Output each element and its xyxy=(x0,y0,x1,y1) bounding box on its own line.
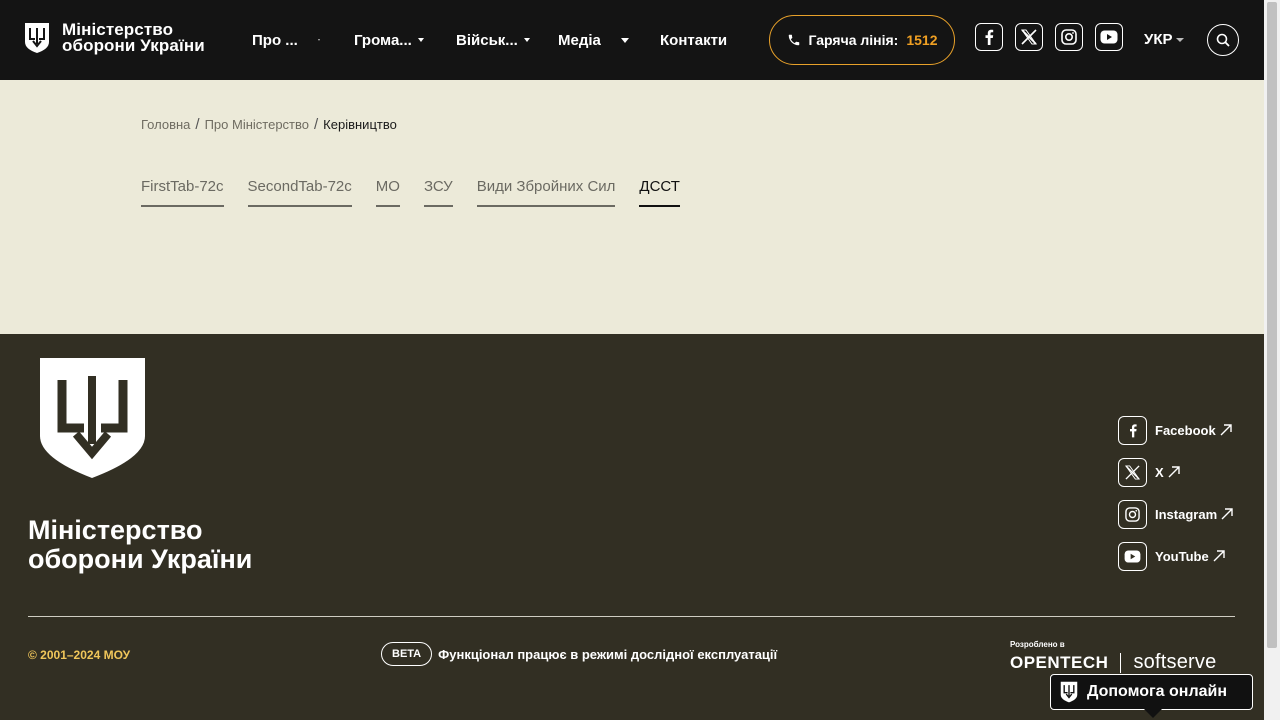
nav-item-label: Про ... xyxy=(252,31,298,49)
chevron-down-icon xyxy=(620,37,629,43)
chevron-down-icon xyxy=(317,39,320,41)
footer-title-line-2: оборони України xyxy=(28,544,253,574)
hotline-label: Гаряча лінія: xyxy=(808,32,899,48)
breadcrumb-separator: / xyxy=(195,116,200,133)
beta-text: Функціонал працює в режимі дослідної екс… xyxy=(438,646,778,662)
footer-title: Міністерство оборони України xyxy=(28,516,252,574)
footer-social-x[interactable]: X xyxy=(1118,451,1233,493)
developer-credits: Розроблено в OPENTECH softserve xyxy=(1010,640,1216,674)
nav-item-label: Військ... xyxy=(456,31,518,49)
opentech-logo[interactable]: OPENTECH xyxy=(1010,653,1108,673)
footer-social-label: X xyxy=(1155,464,1164,480)
instagram-icon xyxy=(1061,29,1077,45)
page-scrollbar[interactable] xyxy=(1264,0,1280,720)
scrollbar-thumb[interactable] xyxy=(1267,2,1277,648)
facebook-icon xyxy=(1129,423,1137,437)
external-link-arrow-icon xyxy=(1220,424,1232,436)
footer-social-label: Facebook xyxy=(1155,422,1216,438)
trident-shield-icon xyxy=(1060,681,1078,703)
instagram-icon xyxy=(1125,506,1140,522)
x-icon xyxy=(1021,29,1037,45)
help-online-button[interactable]: Допомога онлайн xyxy=(1050,674,1253,718)
external-link-arrow-icon xyxy=(1168,466,1180,478)
credits-separator xyxy=(1120,652,1122,673)
youtube-icon xyxy=(1100,30,1118,44)
external-link-arrow-icon xyxy=(1213,550,1225,562)
beta-badge: BETA xyxy=(381,642,433,666)
developed-by-label: Розроблено в xyxy=(1010,640,1065,649)
chevron-down-icon xyxy=(523,38,530,42)
hotline-button[interactable]: Гаряча лінія: 1512 xyxy=(769,15,955,65)
tab-zsu[interactable]: ЗСУ xyxy=(423,178,453,207)
header-youtube-link[interactable] xyxy=(1095,23,1123,51)
footer-social-instagram[interactable]: Instagram xyxy=(1118,493,1233,535)
main-nav: Про ... Грома... Військ... Медіа Контакт… xyxy=(252,0,750,80)
nav-item-military[interactable]: Військ... xyxy=(456,32,558,49)
breadcrumb-current: Керівництво xyxy=(323,117,397,132)
nav-item-about[interactable]: Про ... xyxy=(252,32,354,49)
header-facebook-link[interactable] xyxy=(975,23,1003,51)
site-header: Міністерство оборони України Про ... Гро… xyxy=(0,0,1264,80)
tab-first[interactable]: FirstTab-72c xyxy=(141,178,224,207)
site-logo[interactable]: Міністерство оборони України xyxy=(24,21,205,55)
breadcrumb-section[interactable]: Про Міністерство xyxy=(205,117,309,132)
chevron-down-icon xyxy=(417,38,424,42)
chevron-down-icon xyxy=(1175,37,1184,42)
header-instagram-link[interactable] xyxy=(1055,23,1083,51)
x-icon xyxy=(1125,464,1140,480)
trident-shield-icon xyxy=(25,23,49,53)
breadcrumb-home[interactable]: Головна xyxy=(141,117,190,132)
youtube-icon xyxy=(1124,549,1141,563)
tab-second[interactable]: SecondTab-72c xyxy=(247,178,352,207)
footer-social-label: Instagram xyxy=(1155,506,1218,522)
softserve-logo[interactable]: softserve xyxy=(1133,651,1216,674)
footer-social-facebook[interactable]: Facebook xyxy=(1118,409,1233,451)
footer-title-line-1: Міністерство xyxy=(28,515,203,545)
tab-dsst[interactable]: ДССТ xyxy=(639,178,680,207)
phone-icon xyxy=(788,34,799,46)
tab-armed-forces-branches[interactable]: Види Збройних Сил xyxy=(476,178,616,207)
language-selector[interactable]: УКР xyxy=(1144,31,1184,48)
language-label: УКР xyxy=(1144,31,1173,48)
footer-social-list: Facebook X Instagram YouTube xyxy=(1118,409,1233,577)
nav-item-community[interactable]: Грома... xyxy=(354,32,456,49)
help-online-label: Допомога онлайн xyxy=(1087,683,1227,700)
search-icon xyxy=(1216,33,1230,47)
nav-item-media[interactable]: Медіа xyxy=(558,32,660,49)
footer-divider xyxy=(28,616,1235,617)
tab-mo[interactable]: МО xyxy=(375,178,400,207)
trident-shield-icon xyxy=(40,358,145,478)
header-x-link[interactable] xyxy=(1015,23,1043,51)
beta-notice: BETA Функціонал працює в режимі дослідно… xyxy=(381,642,777,666)
logo-line-2: оборони України xyxy=(62,36,205,55)
nav-item-contacts[interactable]: Контакти xyxy=(660,32,750,49)
footer-social-label: YouTube xyxy=(1155,548,1209,564)
site-footer: Міністерство оборони України Facebook X … xyxy=(0,334,1264,720)
copyright: © 2001–2024 МОУ xyxy=(28,648,131,662)
nav-item-label: Медіа xyxy=(558,31,601,49)
footer-social-youtube[interactable]: YouTube xyxy=(1118,535,1233,577)
breadcrumb: Головна / Про Міністерство / Керівництво xyxy=(141,116,397,133)
nav-item-label: Контакти xyxy=(660,31,728,49)
search-button[interactable] xyxy=(1207,24,1239,56)
facebook-icon xyxy=(985,29,994,45)
leadership-tabs: FirstTab-72c SecondTab-72c МО ЗСУ Види З… xyxy=(141,178,704,207)
nav-item-label: Грома... xyxy=(354,31,412,49)
breadcrumb-separator: / xyxy=(314,116,319,133)
hotline-number: 1512 xyxy=(906,32,938,48)
external-link-arrow-icon xyxy=(1221,508,1233,520)
